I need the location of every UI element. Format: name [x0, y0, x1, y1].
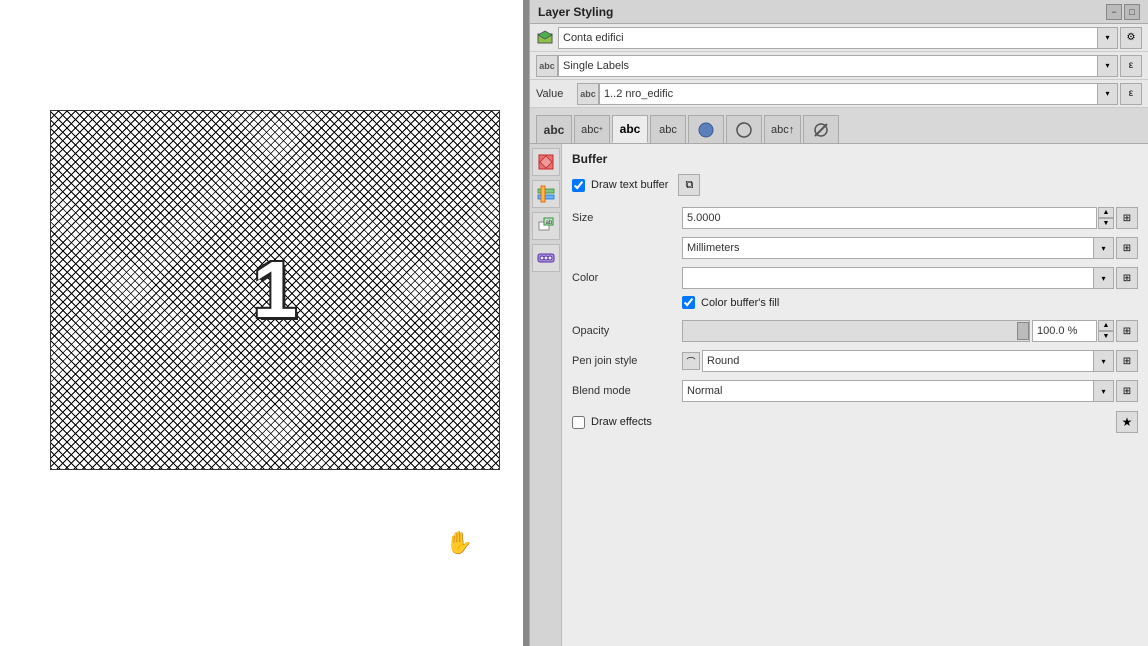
unit-data-btn[interactable]: ⊞ — [1116, 237, 1138, 259]
label-type-select[interactable]: Single Labels — [558, 55, 1098, 77]
opacity-down-btn[interactable]: ▼ — [1098, 331, 1114, 342]
label-type-icon: abc — [536, 55, 558, 77]
color-swatch[interactable] — [682, 267, 1094, 289]
panel-title: Layer Styling — [538, 5, 613, 19]
size-down-btn[interactable]: ▼ — [1098, 218, 1114, 229]
value-dropdown-arrow[interactable]: ▾ — [1098, 83, 1118, 105]
unit-row: Millimeters ▾ ⊞ — [682, 236, 1138, 260]
layer-row: Conta edifici ▾ ⚙ — [530, 24, 1148, 52]
panel-body: ab Buffer Draw text buffer ⧉ — [530, 144, 1148, 646]
pen-join-data-btn[interactable]: ⊞ — [1116, 350, 1138, 372]
draw-effects-label: Draw effects — [591, 416, 652, 428]
tab-buffer[interactable]: abc — [612, 115, 648, 143]
color-data-btn[interactable]: ⊞ — [1116, 267, 1138, 289]
buffer-copy-button[interactable]: ⧉ — [678, 174, 700, 196]
label-type-settings-btn[interactable]: ε — [1120, 55, 1142, 77]
label-type-row: abc Single Labels ▾ ε — [530, 52, 1148, 80]
opacity-up-btn[interactable]: ▲ — [1098, 320, 1114, 331]
cursor-icon: ✋ — [446, 530, 473, 556]
layer-styling-panel: Layer Styling − □ Conta edifici ▾ ⚙ abc … — [529, 0, 1148, 646]
main-content: Buffer Draw text buffer ⧉ Size ▲ ▼ ⊞ — [562, 144, 1148, 646]
layer-dropdown-arrow[interactable]: ▾ — [1098, 27, 1118, 49]
opacity-input[interactable] — [1032, 320, 1097, 342]
title-controls: − □ — [1106, 4, 1140, 20]
opacity-data-btn[interactable]: ⊞ — [1116, 320, 1138, 342]
buffer-section-title: Buffer — [572, 152, 1138, 166]
pen-join-select[interactable]: Round — [702, 350, 1094, 372]
size-up-btn[interactable]: ▲ — [1098, 207, 1114, 218]
color-label: Color — [572, 272, 682, 284]
svg-text:ab: ab — [545, 220, 552, 226]
maximize-button[interactable]: □ — [1124, 4, 1140, 20]
draw-buffer-checkbox[interactable] — [572, 179, 585, 192]
side-icon-filter[interactable] — [532, 244, 560, 272]
color-fill-label: Color buffer's fill — [701, 297, 779, 309]
tabs-row: abc abc+ abc abc abc↑ — [530, 108, 1148, 144]
effects-star-button[interactable]: ★ — [1116, 411, 1138, 433]
size-data-btn[interactable]: ⊞ — [1116, 207, 1138, 229]
value-label: Value — [536, 88, 571, 100]
pen-join-icon: ⌒ — [682, 352, 700, 370]
blend-mode-select[interactable]: Normal — [682, 380, 1094, 402]
map-label-number: 1 — [253, 244, 298, 336]
color-dropdown-arrow[interactable]: ▾ — [1094, 267, 1114, 289]
layer-select[interactable]: Conta edifici — [558, 27, 1098, 49]
opacity-row: Opacity ▲ ▼ ⊞ — [572, 319, 1138, 343]
draw-buffer-label: Draw text buffer — [591, 179, 668, 191]
unit-dropdown-arrow[interactable]: ▾ — [1094, 237, 1114, 259]
pen-join-select-container: Round ▾ — [702, 350, 1114, 372]
tab-background[interactable]: abc — [650, 115, 686, 143]
blend-mode-dropdown-arrow[interactable]: ▾ — [1094, 380, 1114, 402]
blend-mode-select-container: Normal ▾ — [682, 380, 1114, 402]
blend-mode-row: Blend mode Normal ▾ ⊞ — [572, 379, 1138, 403]
size-input[interactable] — [682, 207, 1097, 229]
value-abc-icon: abc — [577, 83, 599, 105]
draw-effects-checkbox[interactable] — [572, 416, 585, 429]
pen-join-label: Pen join style — [572, 355, 682, 367]
tab-format[interactable]: abc+ — [574, 115, 610, 143]
side-icon-settings[interactable] — [532, 180, 560, 208]
color-fill-checkbox[interactable] — [682, 296, 695, 309]
left-icons-sidebar: ab — [530, 144, 562, 646]
tab-shadow[interactable] — [688, 115, 724, 143]
draw-buffer-row: Draw text buffer ⧉ — [572, 174, 1138, 196]
opacity-label: Opacity — [572, 325, 682, 337]
value-select[interactable]: 1..2 nro_edific — [599, 83, 1098, 105]
draw-effects-row: Draw effects ★ — [572, 411, 1138, 433]
tab-position[interactable]: abc↑ — [764, 115, 801, 143]
unit-select[interactable]: Millimeters — [682, 237, 1094, 259]
tab-rendering[interactable] — [803, 115, 839, 143]
value-select-container: abc 1..2 nro_edific ▾ — [577, 83, 1118, 105]
map-canvas: 1 — [50, 110, 500, 470]
pen-join-row: Pen join style ⌒ Round ▾ ⊞ — [572, 349, 1138, 373]
opacity-slider[interactable] — [682, 320, 1030, 342]
side-icon-style[interactable] — [532, 148, 560, 176]
canvas-area: 1 ✋ — [0, 0, 523, 646]
size-spinner: ▲ ▼ — [1098, 207, 1114, 229]
panel-title-bar: Layer Styling − □ — [530, 0, 1148, 24]
layer-map-icon — [536, 29, 554, 47]
tab-text[interactable]: abc — [536, 115, 572, 143]
opacity-spinner: ▲ ▼ — [1098, 320, 1114, 342]
side-icon-labels[interactable]: ab — [532, 212, 560, 240]
minimize-button[interactable]: − — [1106, 4, 1122, 20]
blend-mode-data-btn[interactable]: ⊞ — [1116, 380, 1138, 402]
unit-select-container: Millimeters ▾ — [682, 237, 1114, 259]
size-row: Size ▲ ▼ ⊞ — [572, 206, 1138, 230]
label-type-dropdown-arrow[interactable]: ▾ — [1098, 55, 1118, 77]
layer-settings-button[interactable]: ⚙ — [1120, 27, 1142, 49]
color-row: Color ▾ ⊞ — [572, 266, 1138, 290]
tab-callout[interactable] — [726, 115, 762, 143]
size-label: Size — [572, 212, 682, 224]
value-row: Value abc 1..2 nro_edific ▾ ε — [530, 80, 1148, 108]
value-epsilon-btn[interactable]: ε — [1120, 83, 1142, 105]
pen-join-dropdown-arrow[interactable]: ▾ — [1094, 350, 1114, 372]
blend-mode-label: Blend mode — [572, 385, 682, 397]
color-fill-row: Color buffer's fill — [682, 296, 1138, 309]
